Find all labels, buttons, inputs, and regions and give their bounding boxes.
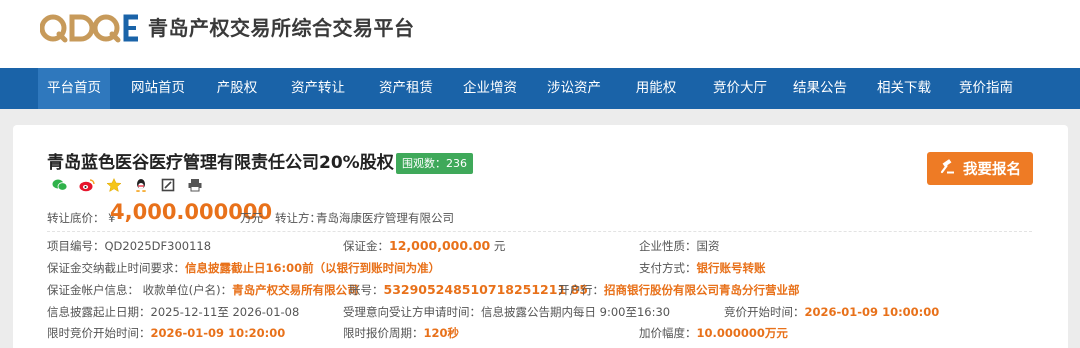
deposit-unit: 元 bbox=[493, 239, 506, 253]
bid-start-value: 2026-01-09 10:00:00 bbox=[804, 305, 940, 319]
company-nature-label: 企业性质： bbox=[639, 239, 697, 253]
price-label-text: 转让底价： bbox=[47, 211, 105, 225]
deposit-deadline-field: 保证金交纳截止时间要求：信息披露截止日16:00前（以银行到账时间为准） bbox=[47, 260, 440, 276]
company-nature-field: 企业性质：国资 bbox=[639, 238, 720, 254]
bank-field: 开户行：招商银行股份有限公司青岛分行营业部 bbox=[558, 282, 800, 298]
views-label: 围观数： bbox=[402, 157, 446, 170]
deposit-value: 12,000,000.00 bbox=[389, 238, 491, 253]
nav-item-litigation-assets[interactable]: 涉讼资产 bbox=[536, 68, 612, 109]
project-no-label: 项目编号： bbox=[47, 239, 105, 253]
payment-field: 支付方式：银行账号转账 bbox=[639, 260, 766, 276]
disclosure-label: 信息披露起止日期： bbox=[47, 305, 151, 319]
price-label: 转让底价： ¥ bbox=[47, 210, 115, 226]
account-no-field: 账号：532905248510718251211 85 bbox=[349, 282, 588, 298]
payment-value: 银行账号转账 bbox=[696, 261, 766, 275]
payment-label: 支付方式： bbox=[639, 261, 697, 275]
limit-period-label: 限时报价周期： bbox=[343, 326, 424, 340]
increment-value: 10.000000万元 bbox=[696, 326, 788, 340]
price-row: 转让底价： ¥ 4,000.000000 万元 转让方： 青岛海康医疗管理有限公… bbox=[47, 200, 1047, 230]
main-nav: 平台首页 网站首页 产股权 资产转让 资产租赁 企业增资 涉讼资产 用能权 竞价… bbox=[0, 68, 1080, 109]
project-no-field: 项目编号：QD2025DF300118 bbox=[47, 238, 211, 254]
accept-time-field: 受理意向受让方申请时间：信息披露公告期内每日 9:00至16:30 bbox=[343, 304, 670, 320]
transferor-label: 转让方： bbox=[275, 211, 321, 225]
site-header: 青岛产权交易所综合交易平台 bbox=[0, 0, 1080, 68]
bid-start-field: 竞价开始时间：2026-01-09 10:00:00 bbox=[724, 304, 939, 320]
views-badge: 围观数：236 bbox=[396, 153, 473, 174]
nav-item-bidding-guide[interactable]: 竞价指南 bbox=[948, 68, 1024, 109]
share-toolbar bbox=[52, 177, 203, 193]
project-card: 青岛蓝色医谷医疗管理有限责任公司20%股权 围观数：236 我要报名 转让底价：… bbox=[13, 125, 1068, 348]
deposit-deadline-value: 信息披露截止日16:00前（以银行到账时间为准） bbox=[185, 261, 441, 275]
wechat-icon[interactable] bbox=[52, 177, 68, 191]
limit-start-field: 限时竞价开始时间：2026-01-09 10:20:00 bbox=[47, 325, 285, 341]
limit-period-value: 120秒 bbox=[423, 326, 460, 340]
increment-field: 加价幅度：10.000000万元 bbox=[639, 325, 788, 341]
nav-item-site-home[interactable]: 网站首页 bbox=[110, 68, 206, 109]
bid-start-label: 竞价开始时间： bbox=[724, 305, 805, 319]
bank-label: 开户行： bbox=[558, 283, 604, 297]
account-name-value: 青岛产权交易所有限公司 bbox=[232, 283, 359, 297]
register-button-label: 我要报名 bbox=[963, 162, 1021, 178]
nav-item-equity[interactable]: 产股权 bbox=[206, 68, 268, 109]
nav-item-platform-home[interactable]: 平台首页 bbox=[38, 68, 110, 109]
increment-label: 加价幅度： bbox=[639, 326, 697, 340]
nav-item-bidding-hall[interactable]: 竞价大厅 bbox=[700, 68, 780, 109]
auction-hammer-icon bbox=[939, 158, 955, 179]
nav-item-capital-increase[interactable]: 企业增资 bbox=[444, 68, 536, 109]
bank-value: 招商银行股份有限公司青岛分行营业部 bbox=[604, 283, 800, 297]
deposit-label: 保证金： bbox=[343, 239, 389, 253]
price-unit: 万元 bbox=[240, 211, 263, 225]
nav-item-energy-rights[interactable]: 用能权 bbox=[612, 68, 700, 109]
nav-item-downloads[interactable]: 相关下载 bbox=[860, 68, 948, 109]
company-nature-value: 国资 bbox=[696, 239, 720, 253]
limit-start-value: 2026-01-09 10:20:00 bbox=[150, 326, 286, 340]
limit-period-field: 限时报价周期：120秒 bbox=[343, 325, 459, 341]
site-logo[interactable] bbox=[40, 12, 140, 44]
account-no-label: 账号： bbox=[349, 283, 384, 297]
limit-start-label: 限时竞价开始时间： bbox=[47, 326, 151, 340]
nav-item-asset-lease[interactable]: 资产租赁 bbox=[368, 68, 444, 109]
print-icon[interactable] bbox=[187, 177, 203, 192]
accept-time-value: 信息披露公告期内每日 9:00至16:30 bbox=[481, 305, 671, 319]
edit-icon[interactable] bbox=[160, 177, 176, 192]
disclosure-period-field: 信息披露起止日期：2025-12-11至 2026-01-08 bbox=[47, 304, 299, 320]
weibo-icon[interactable] bbox=[79, 177, 95, 192]
register-button[interactable]: 我要报名 bbox=[927, 152, 1033, 185]
qq-icon[interactable] bbox=[133, 177, 149, 192]
star-icon[interactable] bbox=[106, 177, 122, 193]
qdqe-logo-icon bbox=[40, 12, 140, 44]
deposit-field: 保证金：12,000,000.00 元 bbox=[343, 238, 505, 254]
views-count: 236 bbox=[446, 157, 467, 170]
transferor-value: 青岛海康医疗管理有限公司 bbox=[316, 211, 454, 225]
disclosure-value: 2025-12-11至 2026-01-08 bbox=[150, 305, 300, 319]
site-title: 青岛产权交易所综合交易平台 bbox=[148, 16, 415, 40]
nav-item-result-notices[interactable]: 结果公告 bbox=[780, 68, 860, 109]
project-title: 青岛蓝色医谷医疗管理有限责任公司20%股权 bbox=[47, 153, 394, 173]
account-info-field: 保证金帐户信息： 收款单位(户名)：青岛产权交易所有限公司 bbox=[47, 282, 359, 298]
account-name-label: 保证金帐户信息： 收款单位(户名)： bbox=[47, 283, 233, 297]
project-no-value: QD2025DF300118 bbox=[104, 239, 212, 253]
divider bbox=[47, 231, 1032, 232]
nav-item-asset-transfer[interactable]: 资产转让 bbox=[268, 68, 368, 109]
deposit-deadline-label: 保证金交纳截止时间要求： bbox=[47, 261, 185, 275]
accept-time-label: 受理意向受让方申请时间： bbox=[343, 305, 481, 319]
